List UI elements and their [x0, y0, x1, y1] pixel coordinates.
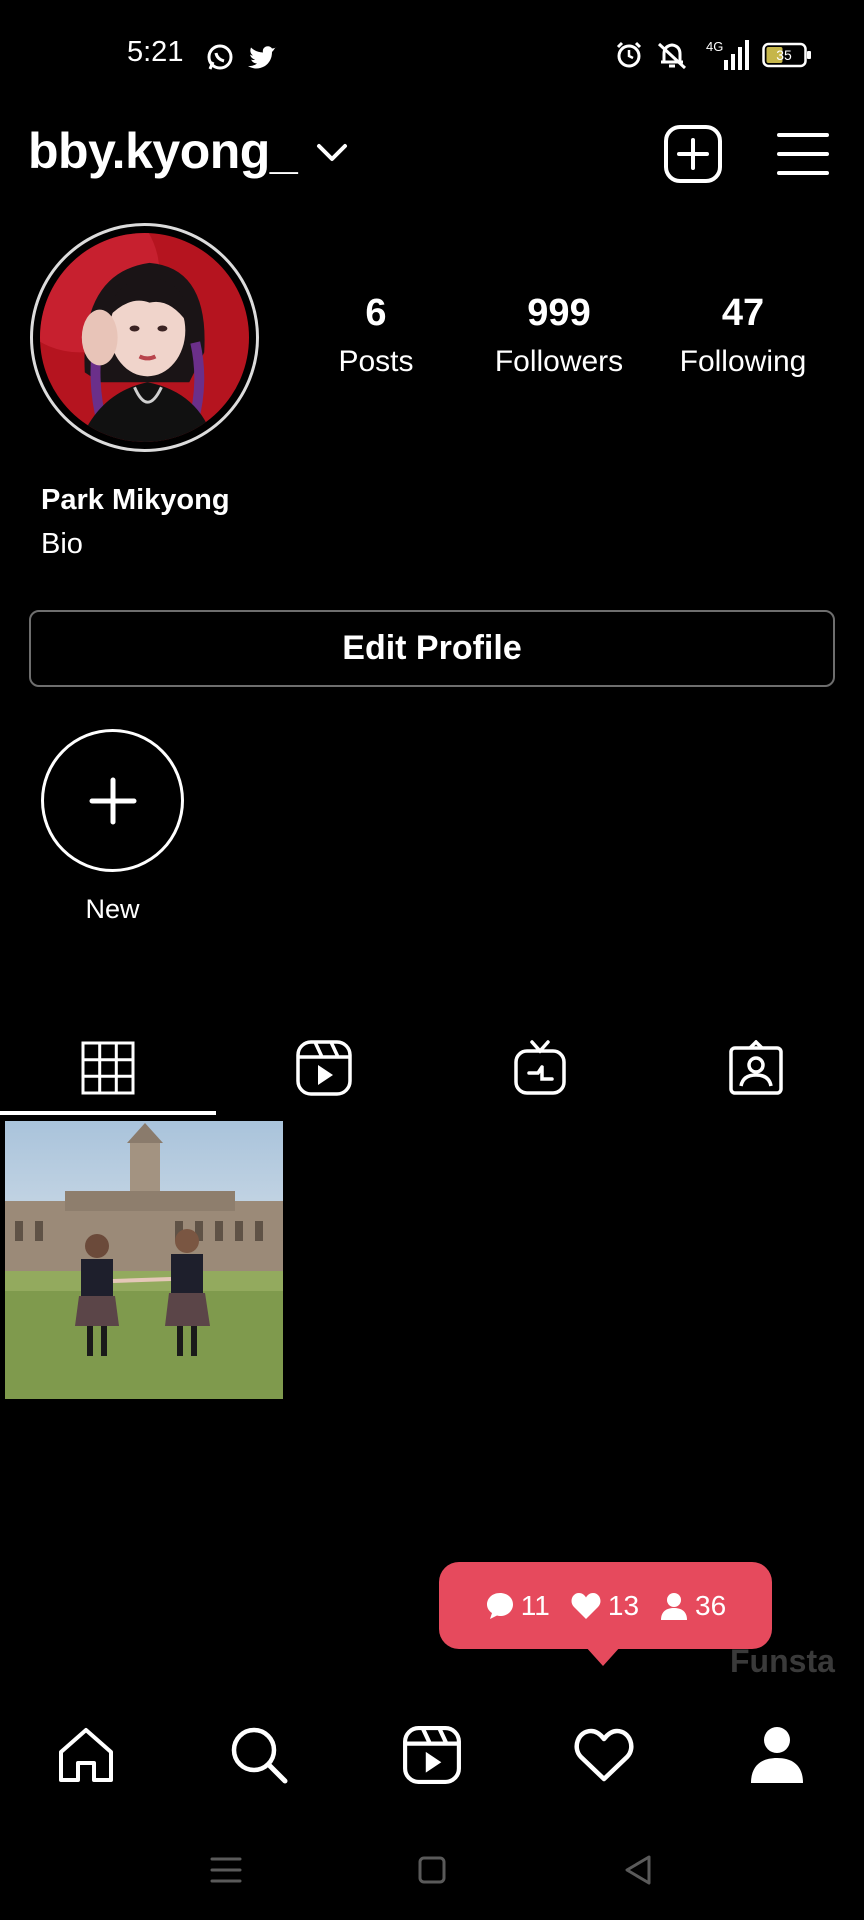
tab-tagged[interactable]: [648, 1020, 864, 1115]
tab-grid[interactable]: [0, 1020, 216, 1115]
grid-icon: [81, 1041, 135, 1094]
following-stat[interactable]: 47 Following: [658, 292, 828, 379]
post-thumbnail[interactable]: [5, 1121, 283, 1399]
system-home-button[interactable]: [402, 1840, 462, 1900]
person-icon: [661, 1592, 688, 1620]
nav-home[interactable]: [36, 1705, 136, 1805]
likes-count: 13: [607, 1589, 640, 1621]
watermark: Funsta: [730, 1643, 835, 1679]
followers-stat[interactable]: 999 Followers: [474, 292, 644, 379]
follows-notification: 36: [659, 1590, 726, 1622]
following-count: 47: [721, 292, 765, 334]
menu-icon[interactable]: [777, 131, 829, 177]
following-label: Following: [679, 345, 807, 378]
nav-reels[interactable]: [382, 1705, 482, 1805]
post-image: [5, 1121, 283, 1399]
posts-count: 6: [365, 292, 387, 334]
nav-search[interactable]: [209, 1705, 309, 1805]
posts-stat[interactable]: 6 Posts: [291, 292, 461, 379]
status-time: 5:21: [127, 36, 184, 68]
signal-icon: 4G: [706, 39, 749, 70]
nav-profile[interactable]: [727, 1705, 827, 1805]
new-post-icon[interactable]: [663, 124, 723, 184]
comment-icon: [486, 1592, 513, 1619]
avatar[interactable]: [0, 193, 259, 452]
bio-text: Bio: [41, 528, 83, 560]
comments-notification: 11: [485, 1590, 550, 1622]
reels-icon: [403, 1726, 461, 1784]
followers-count: 999: [527, 292, 591, 334]
follows-count: 36: [695, 1589, 727, 1621]
plus-icon: [89, 777, 137, 825]
battery-icon: 35: [762, 42, 811, 68]
svg-text:35: 35: [776, 47, 792, 63]
home-icon: [59, 1728, 113, 1782]
avatar-photo: [0, 193, 249, 442]
edit-profile-button[interactable]: Edit Profile: [29, 610, 835, 687]
posts-label: Posts: [338, 345, 414, 378]
profile-username[interactable]: bby.kyong_: [28, 122, 298, 180]
followers-label: Followers: [494, 345, 624, 378]
back-triangle-icon: [625, 1855, 651, 1885]
heart-icon: [574, 1728, 634, 1782]
twitter-icon: [248, 46, 277, 69]
reels-icon: [296, 1039, 352, 1096]
tab-reels[interactable]: [216, 1020, 432, 1115]
search-icon: [231, 1727, 288, 1784]
tagged-icon: [729, 1039, 783, 1095]
igtv-icon: [514, 1039, 566, 1095]
display-name: Park Mikyong: [41, 484, 230, 516]
system-menu-button[interactable]: [196, 1840, 256, 1900]
new-highlight-button[interactable]: [41, 729, 184, 872]
square-icon: [418, 1856, 446, 1884]
whatsapp-icon: [207, 44, 233, 70]
tab-igtv[interactable]: [432, 1020, 648, 1115]
heart-filled-icon: [571, 1592, 601, 1619]
likes-notification: 13: [570, 1590, 639, 1622]
system-back-button[interactable]: [608, 1840, 668, 1900]
menu-lines-icon: [210, 1857, 242, 1883]
comments-count: 11: [520, 1589, 550, 1621]
new-highlight-label: New: [85, 894, 140, 924]
alarm-icon: [616, 41, 642, 68]
notification-tail: [585, 1646, 621, 1666]
profile-icon: [751, 1727, 803, 1783]
svg-text:4G: 4G: [706, 39, 723, 54]
activity-notification[interactable]: 11 13 36: [439, 1562, 772, 1649]
active-tab-indicator: [0, 1111, 216, 1115]
chevron-down-icon[interactable]: [315, 140, 349, 164]
nav-activity[interactable]: [554, 1705, 654, 1805]
mute-icon: [657, 42, 687, 70]
